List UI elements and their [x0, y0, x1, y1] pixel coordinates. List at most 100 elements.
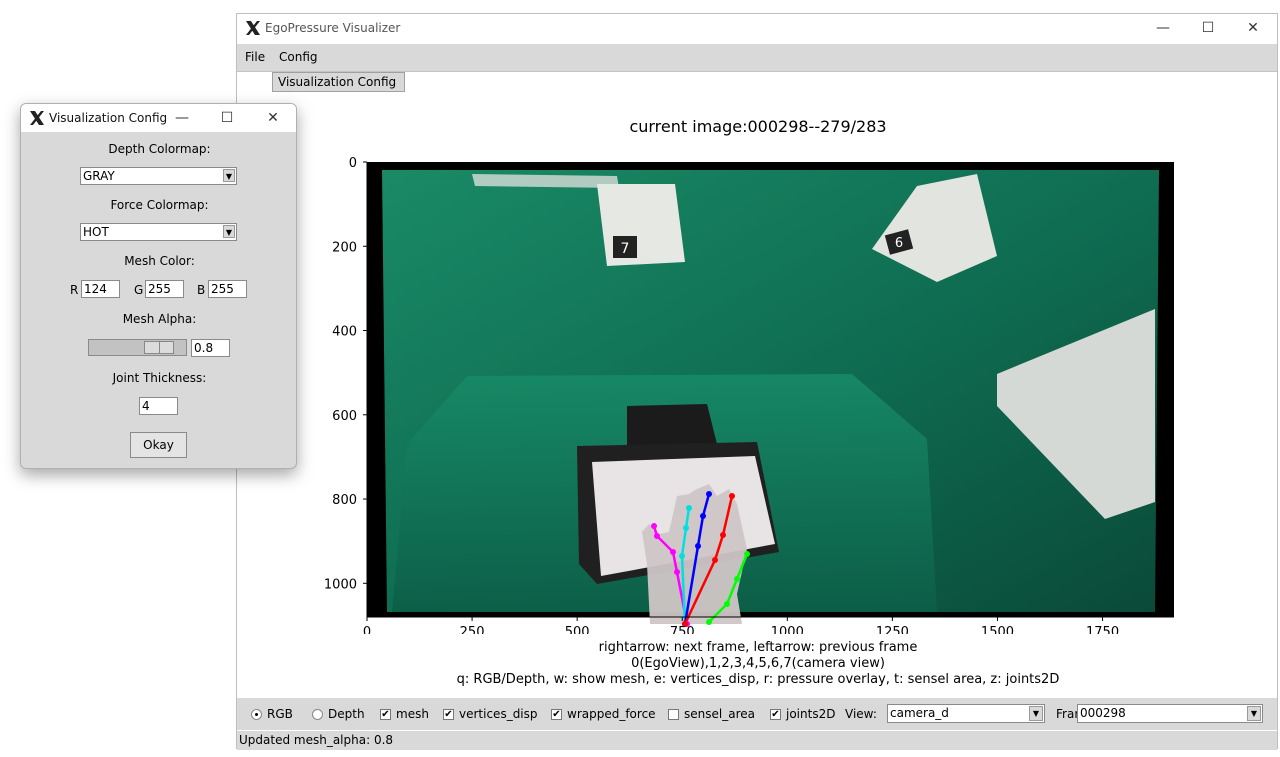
y-tick-label: 400: [332, 325, 357, 340]
frame-select[interactable]: 000298 ▼: [1077, 704, 1263, 723]
visualization-config-window: Visualization Config — ☐ ✕ Depth Colorma…: [20, 103, 297, 469]
y-tick-label: 600: [332, 409, 357, 424]
minimize-button[interactable]: —: [1143, 17, 1183, 39]
depth-radio[interactable]: Depth: [312, 707, 365, 721]
sensel-area-checkbox[interactable]: sensel_area: [668, 707, 755, 721]
menu-config[interactable]: Config: [279, 50, 318, 64]
config-title: Visualization Config: [49, 111, 168, 125]
checkmark-icon: ✔: [770, 708, 781, 720]
marker-6-label: 6: [895, 236, 903, 251]
chevron-down-icon[interactable]: ▼: [1247, 706, 1261, 721]
y-tick-label: 200: [332, 240, 357, 255]
image-plot[interactable]: 7 6 0 200 400 600 800 1000 0 250 500 750 1000 1250…: [297, 144, 1197, 634]
mesh-label: mesh: [396, 707, 429, 721]
g-input[interactable]: 255: [145, 280, 184, 298]
menu-file[interactable]: File: [245, 50, 265, 64]
okay-button[interactable]: Okay: [130, 432, 187, 458]
depth-colormap-select[interactable]: GRAY ▼: [80, 167, 237, 185]
force-colormap-select[interactable]: HOT ▼: [80, 223, 237, 241]
joint-dot: [734, 576, 740, 582]
main-window: EgoPressure Visualizer — ☐ ✕ File Config…: [236, 13, 1278, 750]
view-select[interactable]: camera_d ▼: [887, 704, 1045, 723]
menu-item-visualization-config[interactable]: Visualization Config: [272, 72, 405, 92]
bottom-control-bar: RGB Depth ✔ mesh ✔ vertices_disp ✔ wrapp…: [237, 698, 1277, 730]
menubar: File Config: [237, 44, 1277, 72]
mesh-color-label: Mesh Color:: [124, 254, 195, 268]
joint-dot: [686, 505, 692, 511]
joint-dot: [683, 525, 689, 531]
radio-unselected-icon: [312, 708, 323, 720]
chevron-down-icon[interactable]: ▼: [223, 225, 235, 238]
depth-label: Depth: [328, 707, 365, 721]
joint-thickness-label: Joint Thickness:: [112, 371, 207, 385]
y-tick-label: 1000: [324, 577, 357, 592]
joint-thickness-input[interactable]: 4: [139, 397, 178, 415]
joints2d-label: joints2D: [786, 707, 836, 721]
checkmark-icon: ✔: [443, 708, 454, 720]
joints2d-checkbox[interactable]: ✔ joints2D: [770, 707, 835, 721]
r-label: R: [70, 283, 79, 297]
x-tick-label: 0: [363, 625, 371, 634]
joint-dot: [706, 491, 712, 497]
sensel-area-label: sensel_area: [684, 707, 755, 721]
joint-dot: [700, 513, 706, 519]
g-label: G: [134, 283, 144, 297]
x11-logo-icon: [246, 21, 260, 35]
joint-dot: [720, 532, 726, 538]
mesh-checkbox[interactable]: ✔ mesh: [380, 707, 429, 721]
plot-title: current image:000298--279/283: [629, 117, 887, 136]
config-maximize-button[interactable]: ☐: [207, 107, 247, 129]
x-tick-label: 750: [670, 625, 695, 634]
marker-7-label: 7: [621, 241, 630, 257]
wrapped-force-label: wrapped_force: [567, 707, 656, 721]
mesh-alpha-input[interactable]: 0.8: [191, 339, 230, 357]
joint-dot: [712, 557, 718, 563]
x-tick-label: 1250: [876, 625, 909, 634]
sensor-7: [597, 184, 685, 266]
depth-colormap-value: GRAY: [83, 169, 115, 183]
joint-dot: [744, 551, 750, 557]
x-tick-label: 1750: [1086, 625, 1119, 634]
x-tick-label: 250: [460, 625, 485, 634]
force-colormap-value: HOT: [83, 225, 109, 239]
chevron-down-icon[interactable]: ▼: [223, 169, 235, 182]
rgb-label: RGB: [267, 707, 293, 721]
rgb-radio[interactable]: RGB: [251, 707, 293, 721]
chevron-down-icon[interactable]: ▼: [1029, 706, 1043, 721]
joint-dot: [674, 569, 680, 575]
view-value: camera_d: [890, 706, 949, 720]
joint-dot: [670, 549, 676, 555]
slider-handle[interactable]: [144, 341, 174, 354]
view-label: View:: [845, 707, 877, 721]
maximize-button[interactable]: ☐: [1188, 17, 1228, 39]
pad-top-bracket: [627, 404, 717, 446]
radio-selected-icon: [251, 708, 262, 720]
config-titlebar[interactable]: Visualization Config — ☐ ✕: [21, 104, 296, 132]
vertices-disp-label: vertices_disp: [459, 707, 538, 721]
y-tick-label: 0: [349, 156, 357, 171]
close-button[interactable]: ✕: [1233, 17, 1273, 39]
main-titlebar[interactable]: EgoPressure Visualizer — ☐ ✕: [237, 14, 1277, 43]
joint-dot: [695, 543, 701, 549]
r-input[interactable]: 124: [81, 280, 120, 298]
joint-dot: [729, 493, 735, 499]
checkmark-icon: ✔: [380, 708, 391, 720]
x-tick-label: 500: [565, 625, 590, 634]
x-tick-label: 1000: [771, 625, 804, 634]
slider-grip: [159, 342, 160, 353]
checkbox-empty-icon: [668, 708, 679, 720]
x-tick-label: 1500: [981, 625, 1014, 634]
b-input[interactable]: 255: [208, 280, 247, 298]
mesh-alpha-slider[interactable]: [88, 339, 187, 356]
joint-dot: [651, 523, 657, 529]
config-close-button[interactable]: ✕: [253, 107, 293, 129]
vertices-disp-checkbox[interactable]: ✔ vertices_disp: [443, 707, 538, 721]
x11-logo-icon: [30, 111, 44, 125]
wrapped-force-checkbox[interactable]: ✔ wrapped_force: [551, 707, 656, 721]
y-tick-label: 800: [332, 493, 357, 508]
caption-shortcuts: q: RGB/Depth, w: show mesh, e: vertices_…: [456, 672, 1060, 687]
status-bar: Updated mesh_alpha: 0.8: [237, 730, 1277, 750]
config-minimize-button[interactable]: —: [162, 107, 202, 129]
joint-dot: [706, 619, 712, 625]
sensor-top: [472, 174, 619, 188]
